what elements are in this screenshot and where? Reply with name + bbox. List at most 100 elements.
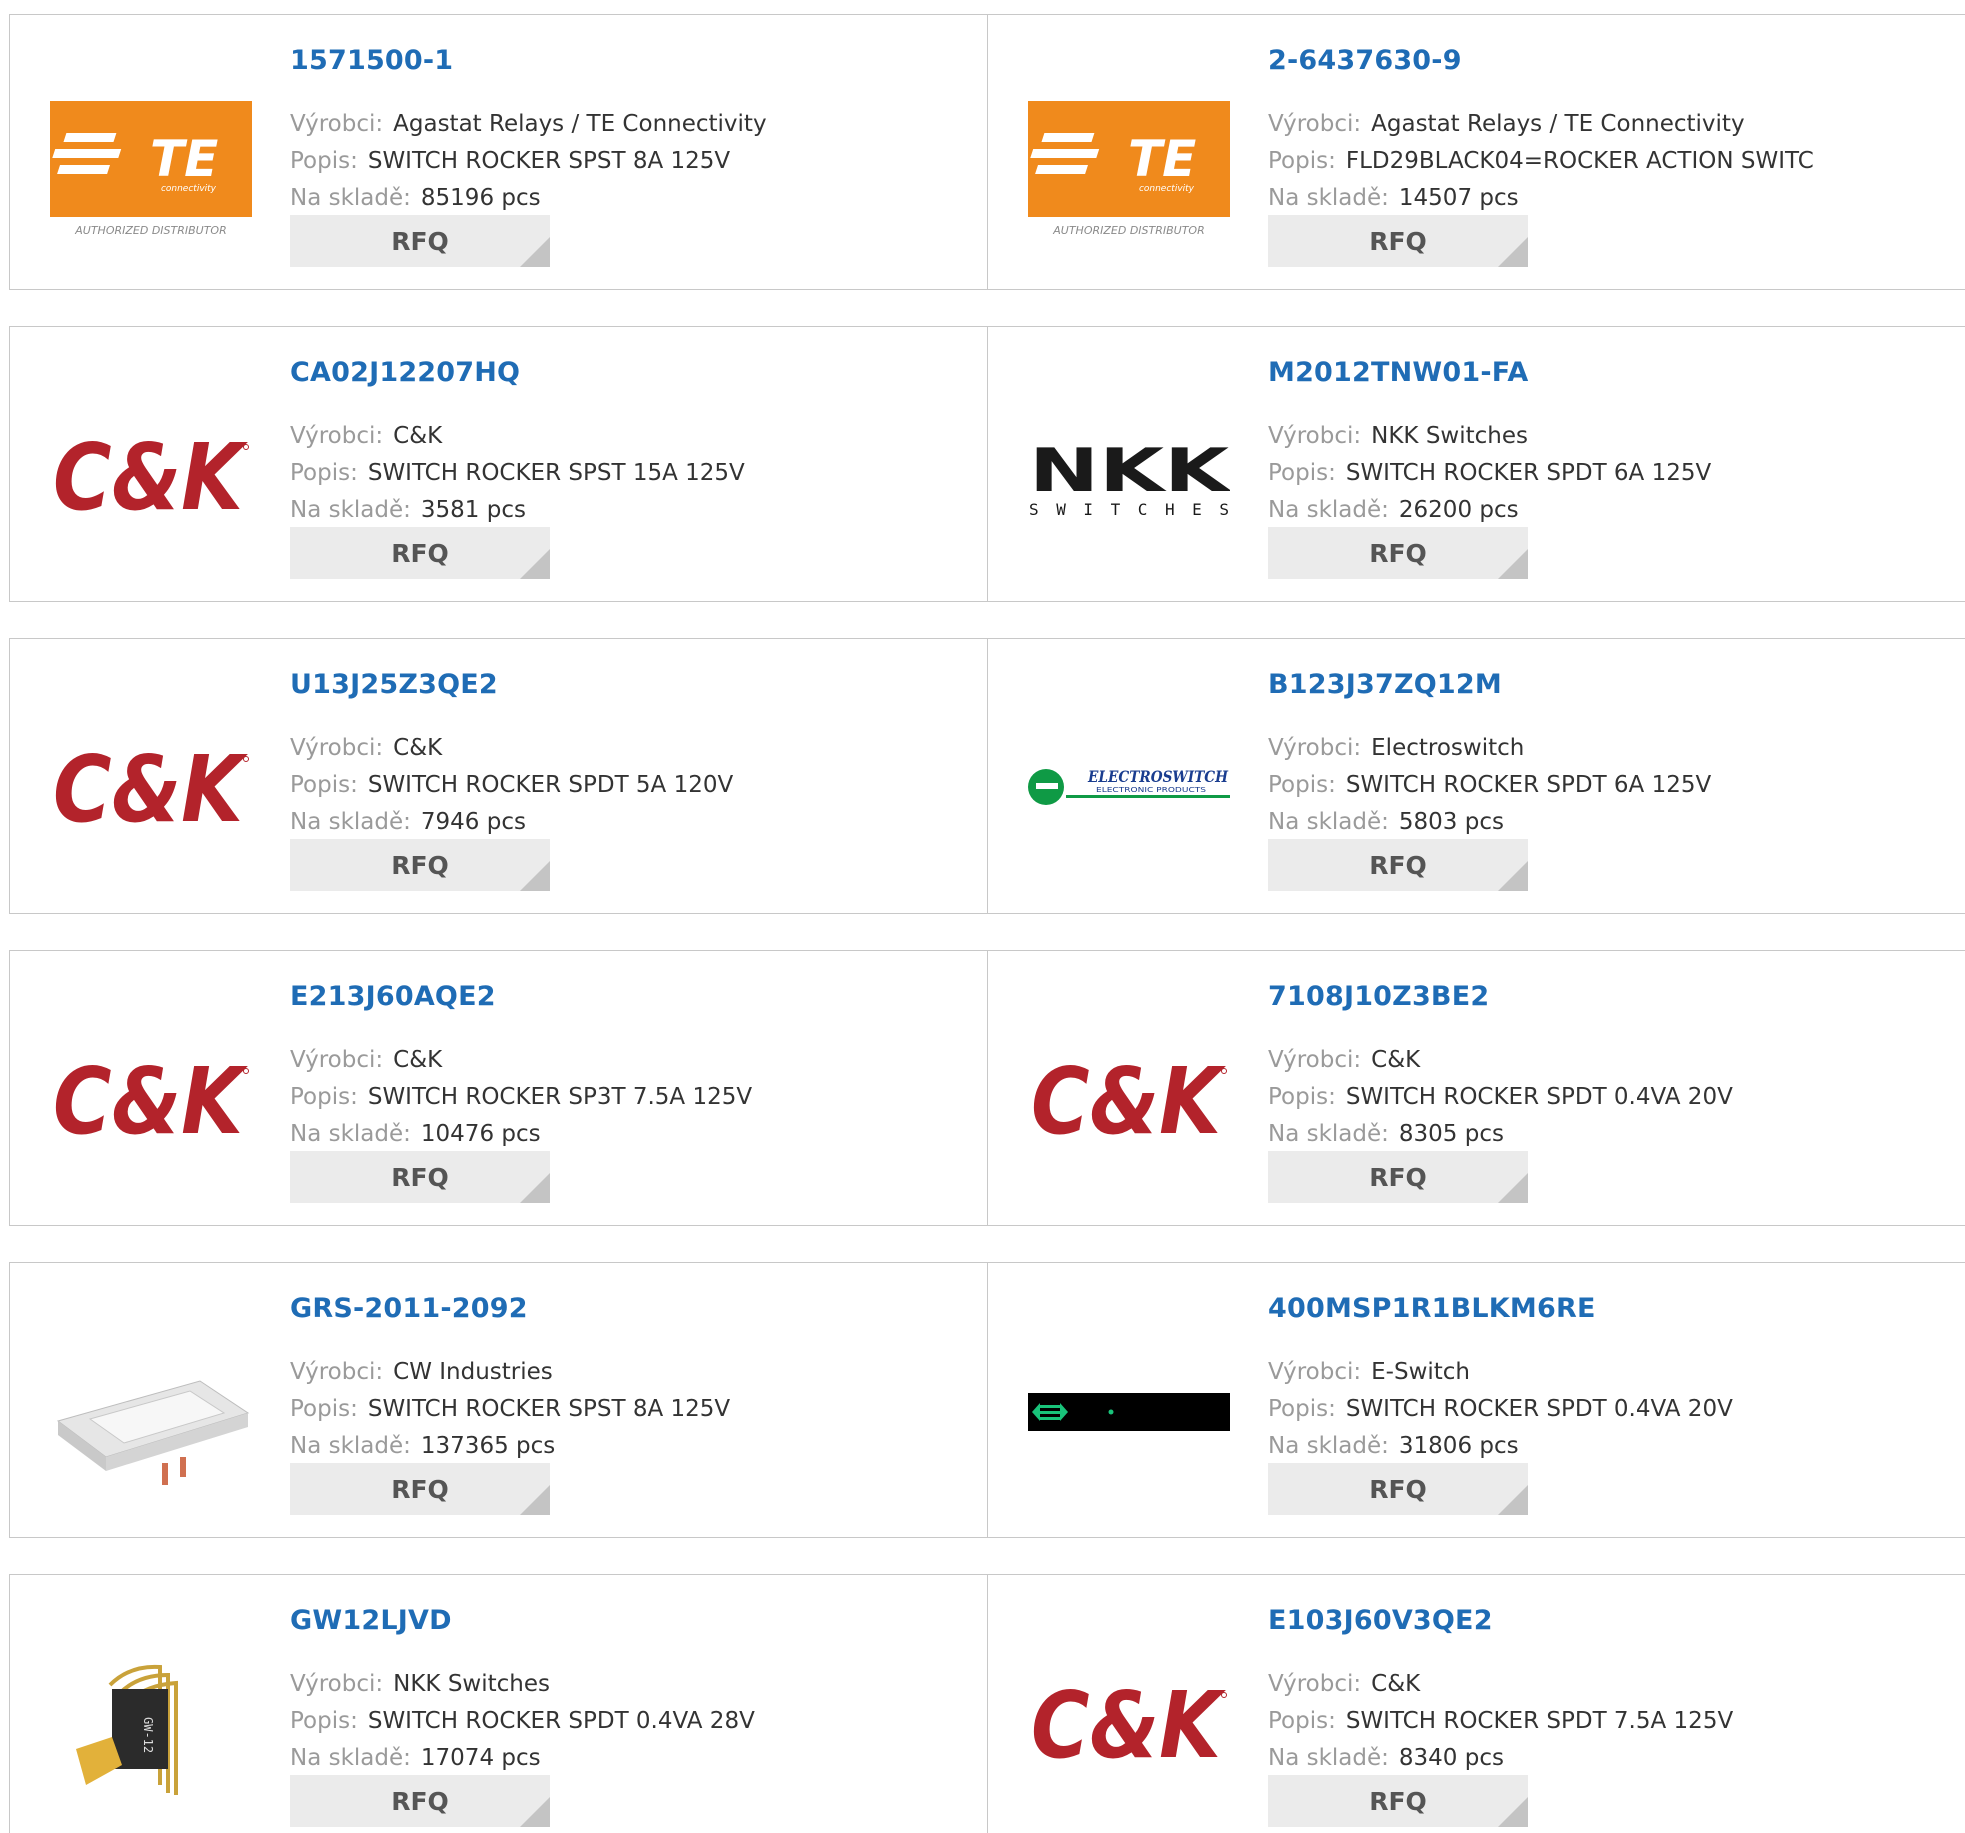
part-number-link[interactable]: 1571500-1 [290, 45, 453, 76]
description-row: Popis: SWITCH ROCKER SPDT 0.4VA 20V [1268, 1394, 1733, 1424]
stock-label: Na skladě: [290, 497, 411, 523]
description-value: SWITCH ROCKER SPDT 6A 125V [1345, 460, 1712, 486]
stock-label: Na skladě: [1268, 1433, 1389, 1459]
rfq-label: RFQ [1369, 226, 1427, 256]
ck-logo: C&K [53, 1048, 249, 1155]
manufacturer-row: Výrobci: E-Switch [1268, 1357, 1470, 1387]
stock-value: 31806 pcs [1398, 1433, 1519, 1459]
manufacturer-label: Výrobci: [290, 1359, 384, 1385]
corner-triangle-icon [520, 549, 550, 579]
part-number-link[interactable]: 7108J10Z3BE2 [1268, 981, 1489, 1012]
stock-label: Na skladě: [290, 809, 411, 835]
manufacturer-logo[interactable]: GW-12 [50, 1645, 252, 1801]
part-number-link[interactable]: B123J37ZQ12M [1268, 669, 1502, 700]
manufacturer-label: Výrobci: [1268, 111, 1362, 137]
manufacturer-value: CW Industries [393, 1359, 553, 1385]
description-row: Popis: SWITCH ROCKER SPST 8A 125V [290, 146, 730, 176]
part-number-link[interactable]: E103J60V3QE2 [1268, 1605, 1493, 1636]
corner-triangle-icon [520, 861, 550, 891]
rfq-button[interactable]: RFQ [290, 1151, 550, 1203]
part-number-link[interactable]: 400MSP1R1BLKM6RE [1268, 1293, 1596, 1324]
rfq-button[interactable]: RFQ [1268, 1463, 1528, 1515]
svg-text:TE: TE [150, 130, 218, 188]
stock-label: Na skladě: [290, 1121, 411, 1147]
description-label: Popis: [1268, 1396, 1336, 1422]
product-card: ELECTROSWITCH ELECTRONIC PRODUCTS B123J37Z… [987, 638, 1965, 914]
part-number-link[interactable]: M2012TNW01-FA [1268, 357, 1528, 388]
rfq-button[interactable]: RFQ [290, 839, 550, 891]
description-label: Popis: [1268, 1708, 1336, 1734]
product-card: GW-12 GW12LJVD Výrobci: NKK Switches Popis: S… [9, 1574, 988, 1833]
manufacturer-row: Výrobci: C&K [290, 421, 442, 451]
rfq-label: RFQ [391, 226, 449, 256]
manufacturer-row: Výrobci: CW Industries [290, 1357, 553, 1387]
description-row: Popis: SWITCH ROCKER SP3T 7.5A 125V [290, 1082, 752, 1112]
description-row: Popis: FLD29BLACK04=ROCKER ACTION SWITC [1268, 146, 1814, 176]
rfq-button[interactable]: RFQ [1268, 1151, 1528, 1203]
part-number-link[interactable]: U13J25Z3QE2 [290, 669, 498, 700]
rfq-label: RFQ [1369, 538, 1427, 568]
manufacturer-value: C&K [1371, 1671, 1421, 1697]
rfq-label: RFQ [1369, 1786, 1427, 1816]
description-label: Popis: [290, 460, 358, 486]
manufacturer-value: C&K [393, 1047, 443, 1073]
part-number-link[interactable]: CA02J12207HQ [290, 357, 520, 388]
rfq-button[interactable]: RFQ [290, 1463, 550, 1515]
rfq-button[interactable]: RFQ [290, 527, 550, 579]
stock-label: Na skladě: [290, 1745, 411, 1771]
stock-value: 85196 pcs [420, 185, 541, 211]
corner-triangle-icon [1498, 1485, 1528, 1515]
manufacturer-logo[interactable]: C&K [1028, 1021, 1230, 1177]
manufacturer-logo[interactable]: NKK SWITCHES [1028, 397, 1230, 553]
part-number-link[interactable]: GW12LJVD [290, 1605, 452, 1636]
stock-row: Na skladě: 8305 pcs [1268, 1119, 1504, 1149]
stock-value: 7946 pcs [420, 809, 526, 835]
manufacturer-row: Výrobci: Agastat Relays / TE Connectivity [1268, 109, 1745, 139]
stock-row: Na skladě: 7946 pcs [290, 807, 526, 837]
corner-triangle-icon [1498, 861, 1528, 891]
rfq-label: RFQ [391, 1786, 449, 1816]
description-label: Popis: [1268, 148, 1336, 174]
rfq-button[interactable]: RFQ [1268, 1775, 1528, 1827]
stock-value: 17074 pcs [420, 1745, 541, 1771]
description-label: Popis: [1268, 772, 1336, 798]
manufacturer-logo[interactable]: C&K [50, 1021, 252, 1177]
manufacturer-logo[interactable]: TE connectivity AUTHORIZED DISTRIBUTOR [1028, 85, 1230, 241]
rfq-button[interactable]: RFQ [290, 215, 550, 267]
description-value: SWITCH ROCKER SPST 15A 125V [367, 460, 745, 486]
corner-triangle-icon [1498, 549, 1528, 579]
manufacturer-logo[interactable] [1028, 1333, 1230, 1489]
manufacturer-logo[interactable]: C&K [1028, 1645, 1230, 1801]
description-value: FLD29BLACK04=ROCKER ACTION SWITC [1345, 148, 1814, 174]
product-grid: TE connectivity AUTHORIZED DISTRIBUTOR 1571… [0, 0, 1965, 1833]
part-number-link[interactable]: GRS-2011-2092 [290, 1293, 528, 1324]
description-label: Popis: [1268, 460, 1336, 486]
stock-row: Na skladě: 3581 pcs [290, 495, 526, 525]
rfq-button[interactable]: RFQ [1268, 215, 1528, 267]
description-row: Popis: SWITCH ROCKER SPST 15A 125V [290, 458, 745, 488]
manufacturer-label: Výrobci: [290, 735, 384, 761]
ck-logo: C&K [1031, 1048, 1227, 1155]
manufacturer-logo[interactable]: TE connectivity AUTHORIZED DISTRIBUTOR [50, 85, 252, 241]
part-number-link[interactable]: 2-6437630-9 [1268, 45, 1462, 76]
manufacturer-logo[interactable]: ELECTROSWITCH ELECTRONIC PRODUCTS [1028, 709, 1230, 865]
rfq-button[interactable]: RFQ [1268, 527, 1528, 579]
manufacturer-row: Výrobci: NKK Switches [290, 1669, 550, 1699]
manufacturer-logo[interactable] [50, 1333, 252, 1489]
manufacturer-logo[interactable]: C&K [50, 709, 252, 865]
corner-triangle-icon [520, 1173, 550, 1203]
description-label: Popis: [290, 1396, 358, 1422]
rfq-button[interactable]: RFQ [290, 1775, 550, 1827]
rfq-button[interactable]: RFQ [1268, 839, 1528, 891]
te-connectivity-logo: TEconnectivity AUTHORIZED DISTRIBUTOR [50, 101, 252, 237]
description-row: Popis: SWITCH ROCKER SPDT 0.4VA 20V [1268, 1082, 1733, 1112]
stock-row: Na skladě: 31806 pcs [1268, 1431, 1519, 1461]
svg-text:AUTHORIZED DISTRIBUTOR: AUTHORIZED DISTRIBUTOR [74, 224, 227, 237]
manufacturer-logo[interactable]: C&K [50, 397, 252, 553]
manufacturer-value: Agastat Relays / TE Connectivity [1371, 111, 1745, 137]
part-number-link[interactable]: E213J60AQE2 [290, 981, 496, 1012]
svg-text:C&K: C&K [53, 1048, 248, 1155]
ck-logo: C&K [1031, 1672, 1227, 1779]
svg-text:GW-12: GW-12 [141, 1717, 155, 1753]
description-value: SWITCH ROCKER SPDT 6A 125V [1345, 772, 1712, 798]
